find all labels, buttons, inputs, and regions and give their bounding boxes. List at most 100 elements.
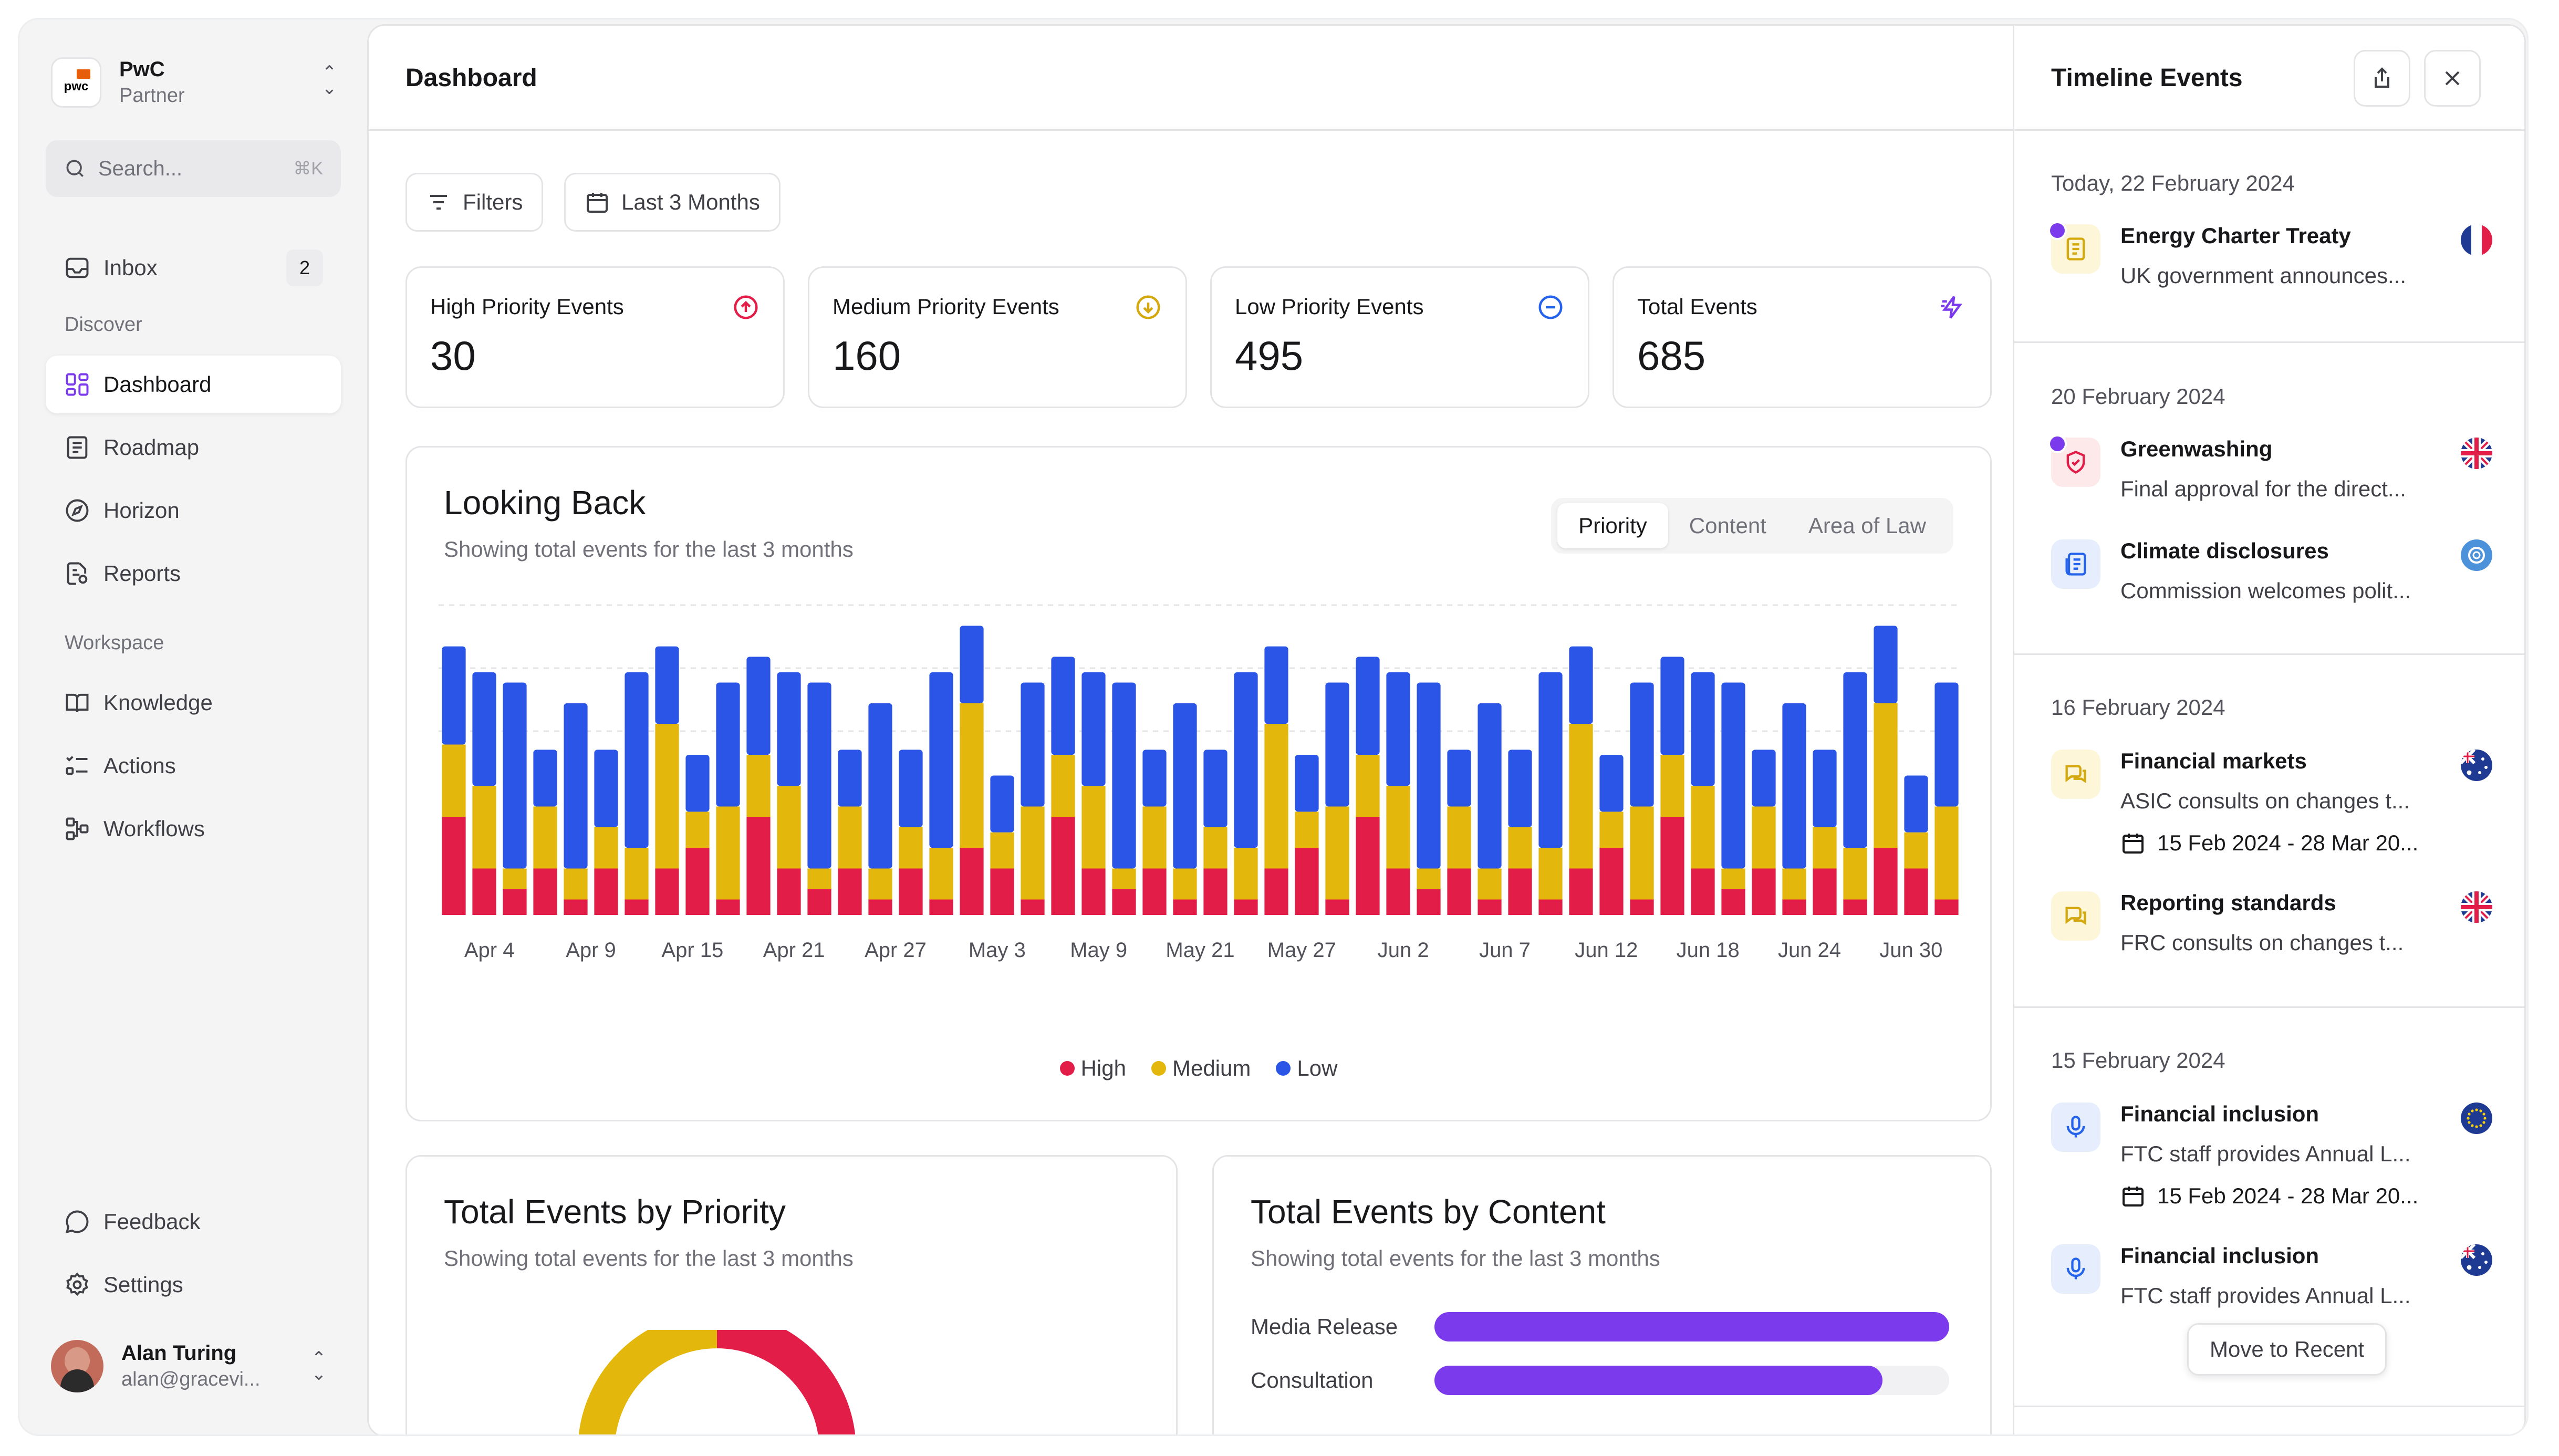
- sidebar-item-label: Workflows: [103, 816, 205, 841]
- bar-segment-medium: [960, 703, 984, 848]
- bar-segment-low: [1295, 755, 1319, 812]
- content-bar-label: Media Release: [1251, 1314, 1398, 1339]
- event-description: FTC staff provides Annual L...: [2120, 1283, 2411, 1308]
- sidebar-item-workflows[interactable]: Workflows: [46, 800, 341, 858]
- filter-icon: [430, 195, 447, 210]
- sidebar-item-reports[interactable]: Reports: [46, 545, 341, 602]
- bar-segment-medium: [1295, 812, 1319, 848]
- tab-area-of-law[interactable]: Area of Law: [1787, 503, 1947, 548]
- inbox-icon: [66, 257, 89, 278]
- bar-segment-low: [929, 672, 953, 848]
- bar-segment-low: [1874, 626, 1898, 703]
- close-icon: [2445, 71, 2460, 86]
- user-menu[interactable]: Alan Turing alan@gracevi... ⌃ ⌄: [51, 1329, 345, 1403]
- bar-segment-low: [1264, 646, 1288, 724]
- timeline-event[interactable]: Climate disclosures Commission welcomes …: [2051, 538, 2492, 613]
- bar-segment-medium: [807, 868, 831, 889]
- chevron-updown-icon: ⌃ ⌄: [311, 1348, 327, 1384]
- sidebar-item-feedback[interactable]: Feedback: [46, 1193, 341, 1251]
- calendar-icon: [2123, 834, 2144, 854]
- timeline-event[interactable]: Energy Charter Treaty UK government anno…: [2048, 221, 2492, 308]
- bar-segment-low: [746, 657, 771, 755]
- bar-segment-low: [1234, 672, 1258, 848]
- day-label: 15 February 2024: [2051, 1048, 2225, 1073]
- bar-segment-high: [746, 817, 771, 915]
- timeline-event[interactable]: Financial inclusion FTC staff provides A…: [2051, 1101, 2492, 1218]
- bar-segment-high: [1417, 889, 1441, 915]
- bar-segment-high: [899, 868, 923, 915]
- sidebar-item-dashboard[interactable]: Dashboard: [46, 356, 341, 413]
- bar-segment-low: [1051, 657, 1075, 755]
- timeline-event[interactable]: Reporting standards FRC consults on chan…: [2051, 890, 2492, 965]
- bar-segment-low: [685, 755, 710, 812]
- sidebar-item-horizon[interactable]: Horizon: [46, 482, 341, 539]
- bar-segment-medium: [1874, 703, 1898, 848]
- x-tick-label: Apr 21: [763, 939, 825, 962]
- bar-segment-high: [1325, 899, 1349, 915]
- event-title: Financial inclusion: [2120, 1101, 2319, 1126]
- stat-label: Total Events: [1637, 294, 1757, 319]
- bar-segment-medium: [1508, 827, 1532, 869]
- bar-segment-medium: [1142, 806, 1167, 869]
- bar-segment-low: [807, 682, 831, 869]
- sidebar-item-settings[interactable]: Settings: [46, 1256, 341, 1314]
- day-label: 20 February 2024: [2051, 384, 2225, 409]
- x-tick-label: Apr 15: [661, 939, 723, 962]
- un-flag-icon: [2461, 539, 2492, 571]
- chat-bubble-icon: [65, 1210, 89, 1234]
- bar-segment-medium: [1752, 806, 1776, 869]
- event-title: Financial markets: [2120, 748, 2307, 773]
- card-subtitle: Showing total events for the last 3 mont…: [444, 537, 854, 561]
- search-input[interactable]: Search... ⌘K: [46, 140, 341, 197]
- x-tick-label: Jun 30: [1879, 939, 1942, 962]
- sidebar-item-label: Knowledge: [103, 690, 213, 715]
- event-date-range: 15 Feb 2024 - 28 Mar 20...: [2120, 1183, 2418, 1209]
- timeline-event[interactable]: Financial markets ASIC consults on chang…: [2051, 748, 2492, 865]
- bar-segment-high: [1508, 868, 1532, 915]
- filters-button[interactable]: Filters: [405, 173, 544, 232]
- stat-card-high[interactable]: High Priority Events 30: [405, 266, 785, 408]
- tab-priority[interactable]: Priority: [1557, 503, 1668, 548]
- card-subtitle: Showing total events for the last 3 mont…: [1251, 1246, 1660, 1271]
- chat-icon: [2051, 891, 2100, 941]
- legend-item-low: Low: [1276, 1056, 1337, 1081]
- move-to-recent-button[interactable]: Move to Recent: [2187, 1323, 2387, 1376]
- bar-segment-medium: [1478, 868, 1502, 900]
- priority-total-card: Total Events by Priority Showing total e…: [405, 1155, 1178, 1434]
- bar-segment-medium: [1051, 755, 1075, 817]
- bar-segment-medium: [777, 786, 801, 869]
- sidebar-item-inbox[interactable]: Inbox 2: [46, 239, 341, 297]
- bar-segment-low: [777, 672, 801, 786]
- date-range-button[interactable]: Last 3 Months: [564, 173, 781, 232]
- org-switcher[interactable]: pwc PwC Partner ⌃ ⌄: [51, 46, 356, 119]
- sidebar-item-knowledge[interactable]: Knowledge: [46, 674, 341, 732]
- bar-segment-low: [503, 682, 527, 869]
- eu-flag-icon: [2461, 1103, 2492, 1134]
- close-button[interactable]: [2424, 50, 2481, 107]
- event-description: FTC staff provides Annual L...: [2120, 1141, 2411, 1166]
- bar-segment-medium: [1264, 724, 1288, 869]
- bar-segment-low: [1478, 703, 1502, 869]
- bar-segment-medium: [564, 868, 588, 900]
- timeline-event[interactable]: Greenwashing Final approval for the dire…: [2048, 434, 2492, 511]
- share-button[interactable]: [2354, 50, 2410, 107]
- bar-segment-low: [1325, 682, 1349, 807]
- stat-value: 685: [1637, 332, 1706, 379]
- tab-content[interactable]: Content: [1668, 503, 1787, 548]
- bar-segment-low: [990, 775, 1014, 833]
- bar-segment-high: [472, 868, 496, 915]
- bar-segment-high: [533, 868, 557, 915]
- sidebar-item-roadmap[interactable]: Roadmap: [46, 419, 341, 476]
- stat-card-low[interactable]: Low Priority Events 495: [1210, 266, 1589, 408]
- section-label-discover: Discover: [65, 314, 142, 336]
- microphone-icon: [2051, 1103, 2100, 1152]
- stat-card-total[interactable]: Total Events 685: [1613, 266, 1992, 408]
- bar-segment-high: [503, 889, 527, 915]
- chat-icon: [2051, 750, 2100, 799]
- bar-segment-high: [594, 868, 618, 915]
- sidebar-item-actions[interactable]: Actions: [46, 737, 341, 795]
- bar-segment-low: [1813, 750, 1837, 827]
- stat-card-medium[interactable]: Medium Priority Events 160: [808, 266, 1187, 408]
- timeline-event[interactable]: Financial inclusion FTC staff provides A…: [2051, 1243, 2492, 1318]
- timeline-panel: Timeline Events Today, 22 February 2024 …: [2013, 26, 2524, 1434]
